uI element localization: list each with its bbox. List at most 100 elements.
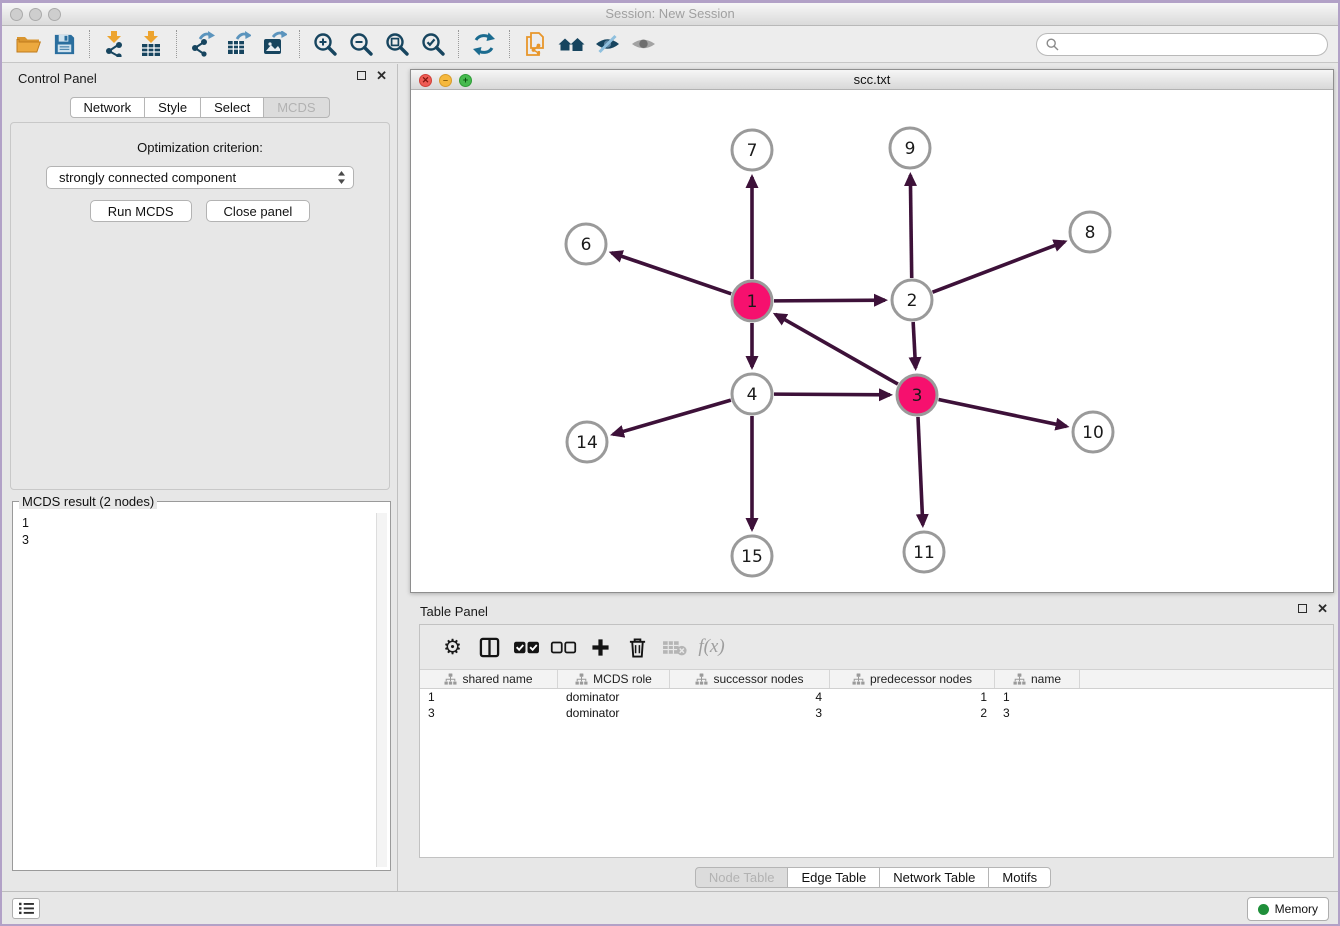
show-all-button[interactable] [625,29,661,60]
tab-motifs[interactable]: Motifs [989,867,1051,888]
table-cell[interactable]: 1 [420,689,558,705]
search-input[interactable] [1064,37,1318,51]
graph-edge-3-10[interactable] [939,400,1067,427]
column-header-successor-nodes[interactable]: successor nodes [670,670,830,688]
graph-edge-1-2[interactable] [774,300,885,301]
import-table-icon [138,31,164,57]
application-window: Session: New Session [2,3,1338,924]
float-panel-button[interactable] [357,71,366,80]
home-button[interactable] [553,29,589,60]
export-table-button[interactable] [220,29,256,60]
network-minimize-button[interactable]: – [439,74,452,87]
network-window-titlebar[interactable]: ✕ – + scc.txt [411,70,1333,90]
close-panel-button[interactable]: ✕ [376,71,387,80]
fx-icon: f(x) [698,636,724,658]
show-columns-button[interactable] [471,630,508,664]
table-cell[interactable]: 2 [830,705,995,721]
control-panel: Control Panel ✕ NetworkStyleSelectMCDS O… [2,64,398,891]
table-cell[interactable]: 1 [995,689,1080,705]
column-header-name[interactable]: name [995,670,1080,688]
select-all-button[interactable] [508,630,545,664]
open-session-button[interactable] [10,29,46,60]
column-header-shared-name[interactable]: shared name [420,670,558,688]
table-cell[interactable]: 4 [670,689,830,705]
table-panel-header: Table Panel ✕ [410,598,1336,622]
add-row-button[interactable] [582,630,619,664]
graph-edge-4-14[interactable] [613,400,731,434]
tab-mcds[interactable]: MCDS [264,97,329,118]
task-history-button[interactable] [12,898,40,919]
optimization-criterion-select[interactable]: strongly connected component [46,166,354,189]
network-maximize-button[interactable]: + [459,74,472,87]
result-scrollbar[interactable] [376,513,387,867]
graph-edge-3-11[interactable] [918,417,923,525]
clear-selection-icon [550,639,577,656]
table-cell[interactable]: 1 [830,689,995,705]
tab-select[interactable]: Select [201,97,264,118]
table-toolbar: ⚙ f(x) [420,625,1333,670]
list-icon [18,902,35,915]
tab-node-table[interactable]: Node Table [695,867,789,888]
close-panel-button-2[interactable]: Close panel [206,200,311,222]
close-table-panel-button[interactable]: ✕ [1317,604,1328,613]
graph-node-label-3: 3 [912,386,923,406]
export-image-button[interactable] [256,29,292,60]
table-row[interactable]: 3dominator323 [420,705,1333,721]
delete-column-icon [662,638,687,657]
import-table-button[interactable] [133,29,169,60]
graph-edge-2-9[interactable] [910,175,911,278]
graph-edge-2-8[interactable] [933,242,1065,293]
table-cell[interactable]: dominator [558,705,670,721]
delete-row-button[interactable] [619,630,656,664]
mcds-result-title: MCDS result (2 nodes) [19,494,157,509]
control-panel-title: Control Panel [18,71,97,86]
minimize-window-button[interactable] [29,8,42,21]
graph-node-label-9: 9 [905,139,916,159]
network-close-button[interactable]: ✕ [419,74,432,87]
main-toolbar [2,26,1338,63]
zoom-selected-button[interactable] [415,29,451,60]
table-cell[interactable]: 3 [420,705,558,721]
export-network-button[interactable] [184,29,220,60]
zoom-out-button[interactable] [343,29,379,60]
column-header-mcds-role[interactable]: MCDS role [558,670,670,688]
table-settings-button[interactable]: ⚙ [434,630,471,664]
mcds-panel: Optimization criterion: strongly connect… [10,122,390,490]
tab-network-table[interactable]: Network Table [880,867,989,888]
tab-edge-table[interactable]: Edge Table [788,867,880,888]
run-mcds-button[interactable]: Run MCDS [90,200,192,222]
graph-edge-1-6[interactable] [612,253,732,294]
open-folder-icon [15,31,41,57]
graph-edge-3-1[interactable] [775,314,897,384]
zoom-window-button[interactable] [48,8,61,21]
table-cell[interactable]: 3 [995,705,1080,721]
table-panel: Table Panel ✕ ⚙ [410,598,1336,891]
hide-selected-button[interactable] [589,29,625,60]
column-header-predecessor-nodes[interactable]: predecessor nodes [830,670,995,688]
import-network-button[interactable] [97,29,133,60]
zoom-out-icon [348,31,374,57]
table-cell[interactable]: dominator [558,689,670,705]
delete-column-button [656,630,693,664]
table-row[interactable]: 1dominator411 [420,689,1333,705]
zoom-fit-button[interactable] [379,29,415,60]
graph-edge-4-3[interactable] [774,394,890,395]
mcds-result-text[interactable]: 13 [16,513,374,867]
memory-button[interactable]: Memory [1247,897,1329,921]
save-session-button[interactable] [46,29,82,60]
tab-style[interactable]: Style [145,97,201,118]
duplicate-network-button[interactable] [517,29,553,60]
network-canvas[interactable]: 7968124314101511 [411,91,1333,592]
duplicate-network-icon [522,31,548,57]
columns-icon [479,637,500,658]
network-graph[interactable]: 7968124314101511 [411,91,1333,593]
search-field[interactable] [1036,33,1328,56]
refresh-button[interactable] [466,29,502,60]
tab-network[interactable]: Network [69,97,145,118]
graph-edge-2-3[interactable] [913,322,915,368]
zoom-in-button[interactable] [307,29,343,60]
table-cell[interactable]: 3 [670,705,830,721]
float-table-panel-button[interactable] [1298,604,1307,613]
clear-selection-button[interactable] [545,630,582,664]
close-window-button[interactable] [10,8,23,21]
